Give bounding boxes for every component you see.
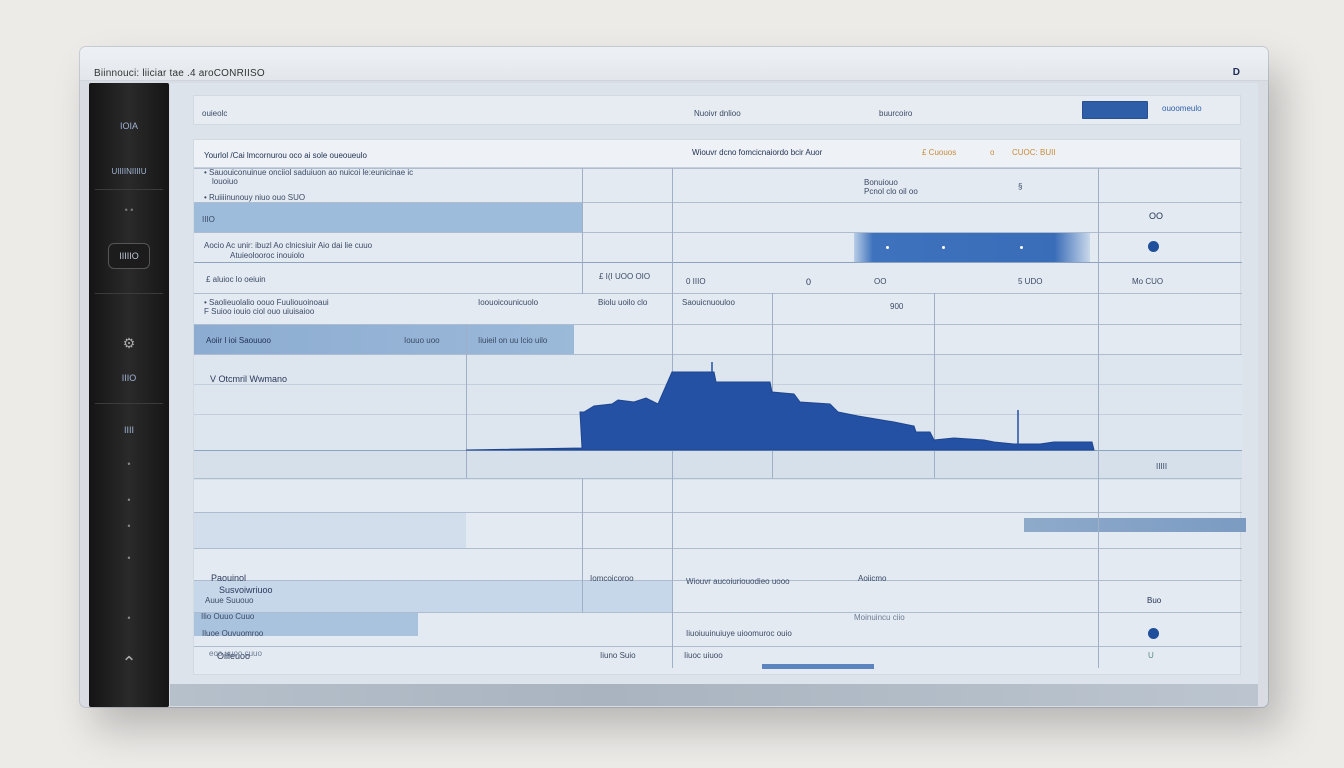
lower-row-1-e: Aoiicmo [858, 574, 887, 583]
row-highlight-bar [1024, 518, 1246, 532]
sidebar-item-4-label: IIIIIO [108, 243, 150, 269]
grid-vline [582, 478, 583, 612]
sidebar-item-10[interactable]: • [89, 521, 169, 531]
sidebar-item-4[interactable]: IIIIIO [89, 243, 169, 269]
sidebar: IOIA UIIIINIIIIU • • IIIIIO ⚙ IIIO IIII … [89, 83, 169, 707]
sidebar-item-3[interactable]: • • [89, 205, 169, 215]
toolbar-far-right-label[interactable]: ouoomeulo [1162, 104, 1202, 113]
primary-action-button[interactable] [1082, 101, 1148, 119]
sidebar-divider [95, 293, 163, 294]
toolbar-right-label: buurcoiro [879, 109, 913, 118]
lower-row-3-b: Iiuno Suio [600, 651, 636, 660]
lower-row-6-a: eoo uuoo cuuo [209, 649, 262, 658]
brand-logo: D [1232, 67, 1240, 78]
main-area: ouieolc Nuoivr dnlioo buurcoiro ouoomeul… [170, 83, 1258, 687]
sidebar-item-5[interactable]: ⚙ [89, 335, 169, 352]
lower-row-1-a: Paouinol [211, 573, 247, 583]
lower-row-1-d: Wiouvr aucoiuriouodieo uooo [686, 577, 790, 586]
grid-line [194, 548, 1242, 549]
bottom-bar [170, 684, 1258, 706]
lower-row-4-e: Buo [1147, 596, 1162, 605]
sidebar-item-7[interactable]: IIII [89, 425, 169, 435]
toolbar-left-label: ouieolc [202, 109, 228, 118]
area-chart [465, 362, 1095, 451]
sidebar-item-11[interactable]: • [89, 553, 169, 563]
lower-row-2-a: Ilio Ouuo Cuuo [201, 612, 255, 621]
sidebar-item-9[interactable]: • [89, 495, 169, 505]
sidebar-bottom-item[interactable]: ⌃ [89, 653, 169, 674]
grid-line [194, 612, 1242, 613]
lower-row-5-a: Iluoe Ouvuomroo [202, 629, 264, 638]
sidebar-item-2[interactable]: UIIIINIIIIU [89, 167, 169, 176]
lower-row-5-c: Iiuoiuuinuiuye uioomuroc ouio [686, 629, 792, 638]
title-bar: Biinnouci: liiciar tae .4 aroCONRIISO D [80, 47, 1268, 81]
chevron-up-icon: ⌃ [121, 653, 137, 673]
grid-vline [1098, 478, 1099, 668]
lower-row-3-e: U [1148, 651, 1154, 660]
grid-vline [672, 478, 673, 668]
grid-line [194, 646, 1242, 647]
lower-row-1-c: Iomcoicoroo [590, 574, 634, 583]
grid-line [194, 512, 1242, 513]
lower-row-4-a: Auue Suuouo [205, 596, 254, 605]
sidebar-item-1[interactable]: IOIA [89, 121, 169, 131]
sidebar-divider [95, 403, 163, 404]
lower-row-1-b: Susvoiwriuoo [219, 585, 273, 595]
scroll-indicator[interactable] [762, 664, 874, 669]
sidebar-item-12[interactable]: • [89, 613, 169, 623]
toolbar-center-label: Nuoivr dnlioo [694, 109, 741, 118]
data-table: Yourlol /Cai lmcornurou oco ai sole oueo… [193, 139, 1246, 675]
lower-row-3-c: Iiuoc uiuoo [684, 651, 723, 660]
wrench-icon: ⚙ [122, 335, 136, 351]
sidebar-item-8[interactable]: • [89, 459, 169, 469]
row-highlight [194, 512, 466, 548]
sidebar-item-6[interactable]: IIIO [89, 373, 169, 383]
area-series [465, 371, 1095, 451]
lower-row-2-e: Moinuincu ciio [854, 613, 905, 622]
status-dot[interactable] [1148, 628, 1159, 639]
window-title: Biinnouci: liiciar tae .4 aroCONRIISO [94, 68, 265, 79]
device-frame: Biinnouci: liiciar tae .4 aroCONRIISO D … [80, 47, 1268, 707]
sidebar-divider [95, 189, 163, 190]
